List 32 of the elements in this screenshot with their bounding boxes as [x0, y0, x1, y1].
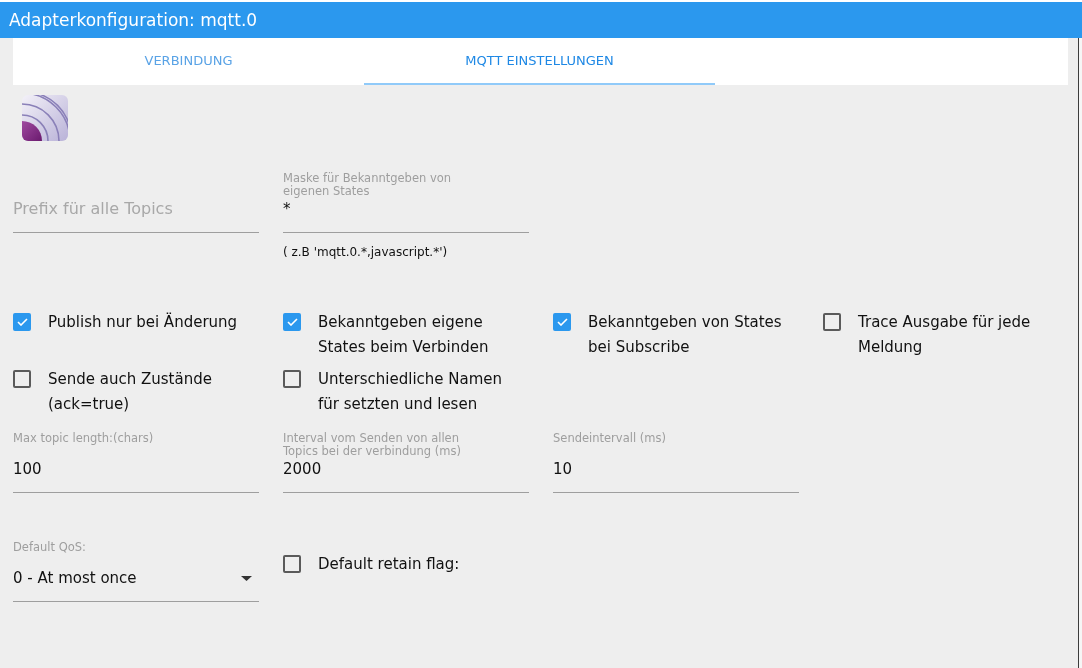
signal-arcs-logo [22, 95, 68, 141]
field-label: Sendeintervall (ms) [553, 432, 666, 445]
check-icon [556, 318, 568, 326]
checkbox[interactable] [553, 313, 571, 331]
check-icon [16, 318, 28, 326]
dropdown-caret-icon [241, 575, 252, 581]
checkbox-label[interactable]: Unterschiedliche Namen für setzten und lesen [318, 367, 523, 417]
checkbox[interactable] [283, 370, 301, 388]
input-field[interactable]: Prefix für alle Topics [13, 197, 259, 233]
field-label: Interval vom Senden von allen Topics bei der verbindung (ms) [283, 432, 462, 457]
checkbox[interactable] [283, 555, 301, 573]
helper-text: ( z.B 'mqtt.0.*,javascript.*') [283, 245, 448, 259]
checkbox[interactable] [13, 313, 31, 331]
checkbox-label[interactable]: Bekanntgeben eigene States beim Verbinden [318, 310, 523, 360]
checkbox-label[interactable]: Bekanntgeben von States bei Subscribe [588, 310, 793, 360]
checkbox[interactable] [13, 370, 31, 388]
qos-select[interactable]: 0 - At most once [13, 566, 259, 602]
checkbox-label[interactable]: Publish nur bei Änderung [48, 310, 238, 335]
checkbox-label[interactable]: Trace Ausgabe für jede Meldung [858, 310, 1063, 360]
input-field[interactable]: 10 [553, 457, 799, 493]
window-title: Adapterkonfiguration: mqtt.0 [9, 10, 258, 30]
checkbox[interactable] [823, 313, 841, 331]
field-label: Default QoS: [13, 541, 86, 554]
field-label: Max topic length:(chars) [13, 432, 154, 445]
input-field[interactable]: 100 [13, 457, 259, 493]
checkbox-label[interactable]: Default retain flag: [318, 552, 460, 577]
checkbox[interactable] [283, 313, 301, 331]
input-field[interactable]: * [283, 197, 529, 233]
check-icon [286, 318, 298, 326]
input-field[interactable]: 2000 [283, 457, 529, 493]
field-label: Maske für Bekanntgeben von eigenen States [283, 172, 453, 197]
checkbox-label[interactable]: Sende auch Zustände (ack=true) [48, 367, 253, 417]
